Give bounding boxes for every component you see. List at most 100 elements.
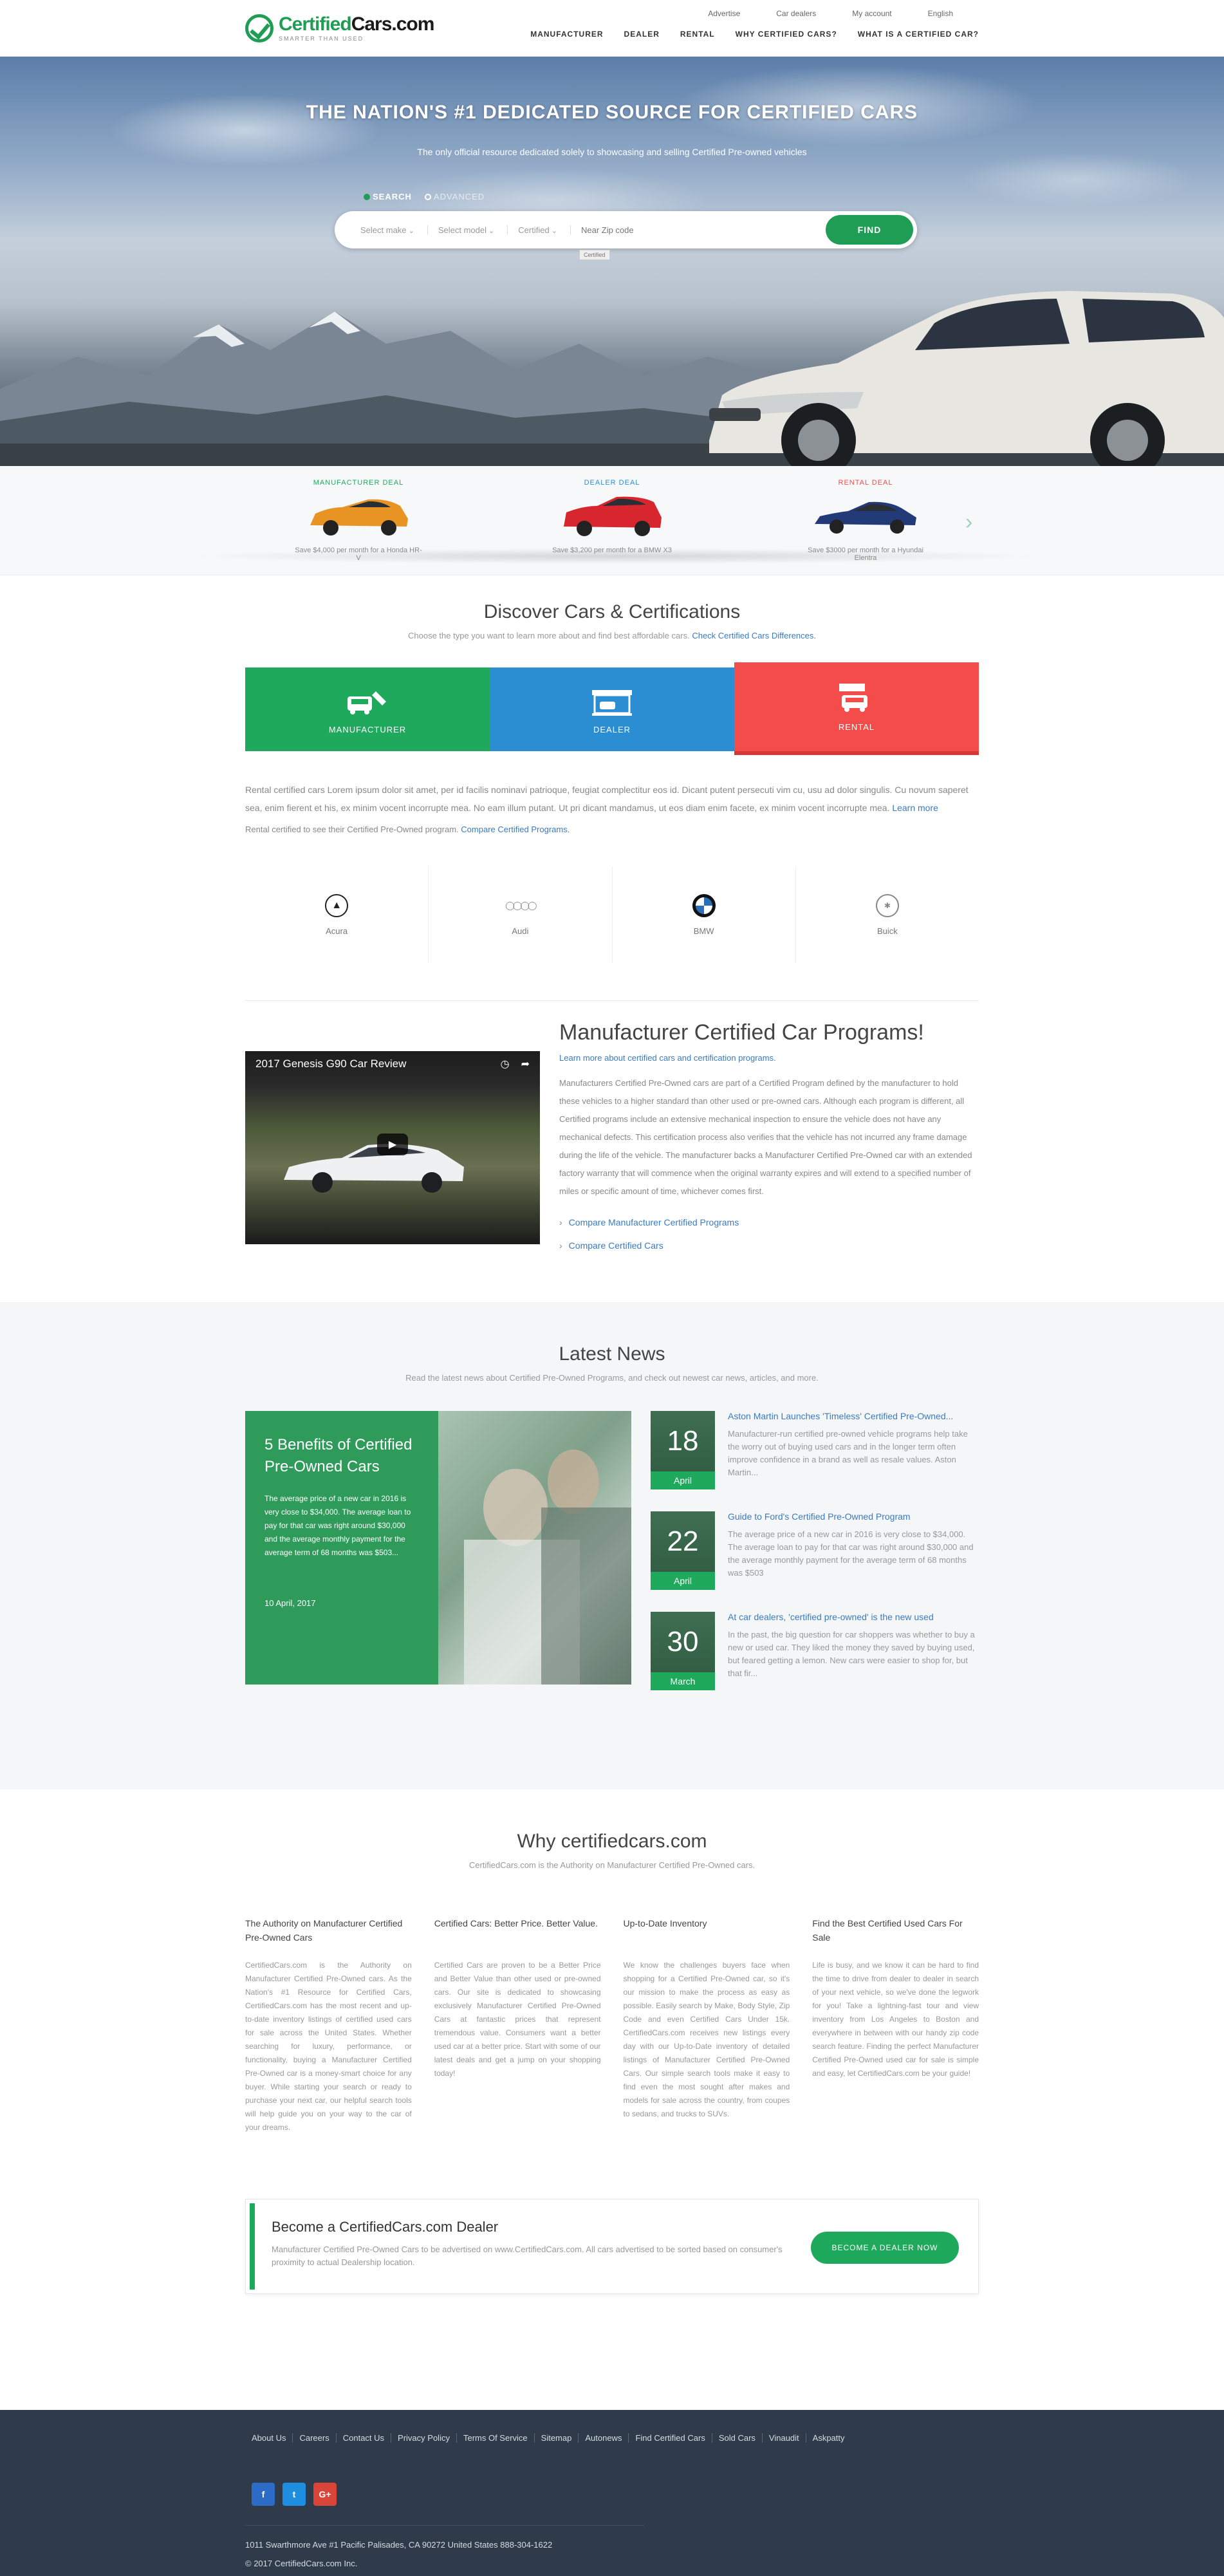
news-item-body: In the past, the big question for car sh… (728, 1630, 975, 1678)
logo-wordmark: CertifiedCars.com (279, 14, 434, 35)
topnav-my-account[interactable]: My account (852, 9, 891, 18)
featured-article[interactable]: 5 Benefits of Certified Pre-Owned Cars T… (245, 1411, 631, 1685)
programs-lead-link[interactable]: Learn more about certified cars and cert… (559, 1053, 979, 1063)
zip-code-input[interactable] (580, 225, 826, 235)
deal-note: Save $3000 per month for a Hyundai Elent… (808, 546, 923, 562)
brand-acura[interactable]: ▲ Acura (245, 866, 429, 963)
news-item-body: The average price of a new car in 2016 i… (728, 1529, 974, 1578)
find-button[interactable]: FIND (826, 215, 913, 245)
why-subtitle: CertifiedCars.com is the Authority on Ma… (468, 1860, 756, 1870)
nav-dealer[interactable]: DEALER (624, 30, 660, 39)
top-utility-nav: Advertise Car dealers My account English (708, 9, 953, 18)
deal-title: DEALER DEAL (584, 479, 640, 487)
brand-list: ▲ Acura ◯◯◯◯ Audi BMW ✱ Buick (245, 866, 979, 963)
twitter-icon[interactable]: t (283, 2483, 306, 2506)
manufacturer-icon (348, 691, 386, 714)
why-columns: The Authority on Manufacturer Certified … (245, 1916, 979, 2134)
footer-link-sitemap[interactable]: Sitemap (535, 2433, 579, 2443)
footer-link-privacy[interactable]: Privacy Policy (391, 2433, 457, 2443)
play-icon[interactable]: ▶ (377, 1134, 408, 1155)
news-item[interactable]: 30 March At car dealers, 'certified pre-o… (651, 1612, 979, 1694)
why-column-title: The Authority on Manufacturer Certified … (245, 1918, 403, 1943)
deal-card-dealer[interactable]: DEALER DEAL Save $3,200 per month for a … (548, 479, 676, 554)
certified-tooltip: Certified (579, 250, 610, 260)
tab-search[interactable]: SEARCH (364, 192, 412, 201)
footer-address: 1011 Swarthmore Ave #1 Pacific Palisades… (245, 2525, 644, 2550)
deal-note: Save $3,200 per month for a BMW X3 (552, 546, 672, 554)
featured-date: 10 April, 2017 (264, 1598, 316, 1608)
become-dealer-banner: Become a CertifiedCars.com Dealer Manufa… (245, 2199, 979, 2294)
tile-rental[interactable]: RENTAL (734, 662, 979, 755)
red-suv-image (564, 496, 662, 536)
site-logo[interactable]: CertifiedCars.com SMARTER THAN USED (245, 14, 434, 42)
compare-manufacturer-link[interactable]: Compare Manufacturer Certified Programs (559, 1211, 979, 1234)
topnav-advertise[interactable]: Advertise (708, 9, 740, 18)
nav-why-certified[interactable]: WHY CERTIFIED CARS? (736, 30, 837, 39)
tile-dealer[interactable]: DEALER (490, 667, 734, 751)
footer-link-careers[interactable]: Careers (293, 2433, 337, 2443)
deal-card-manufacturer[interactable]: MANUFACTURER DEAL Save $4,000 per month … (294, 479, 423, 562)
footer-links: About Us Careers Contact Us Privacy Poli… (245, 2410, 979, 2443)
google-plus-icon[interactable]: G+ (313, 2483, 337, 2506)
logo-tagline: SMARTER THAN USED (279, 35, 364, 42)
clock-icon[interactable]: ◷ (501, 1058, 510, 1070)
become-dealer-button[interactable]: BECOME A DEALER NOW (811, 2232, 959, 2264)
audi-rings-icon: ◯◯◯◯ (505, 900, 537, 910)
video-player[interactable]: 2017 Genesis G90 Car Review ◷ ➦ ▶ (245, 1051, 540, 1244)
certified-differences-link[interactable]: Check Certified Cars Differences. (692, 631, 816, 640)
footer-link-terms[interactable]: Terms Of Service (457, 2433, 535, 2443)
deals-carousel: MANUFACTURER DEAL Save $4,000 per month … (0, 466, 1224, 575)
footer-link-askpatty[interactable]: Askpatty (806, 2433, 851, 2443)
featured-article-text: 5 Benefits of Certified Pre-Owned Cars T… (245, 1411, 438, 1685)
radio-empty-icon (424, 194, 431, 200)
tab-advanced[interactable]: ADVANCED (424, 192, 485, 201)
news-date-badge: 18 April (651, 1411, 715, 1489)
news-item[interactable]: 22 April Guide to Ford's Certified Pre-Ow… (651, 1511, 979, 1594)
compare-programs-link[interactable]: Compare Certified Programs. (461, 825, 570, 834)
deal-title: RENTAL DEAL (838, 479, 893, 487)
news-date-badge: 22 April (651, 1511, 715, 1590)
orange-hatchback-image (310, 499, 408, 536)
hero-title: THE NATION'S #1 DEDICATED SOURCE FOR CER… (306, 102, 918, 123)
why-column-title: Up-to-Date Inventory (623, 1918, 707, 1928)
footer-link-autonews[interactable]: Autonews (579, 2433, 629, 2443)
make-select[interactable]: Select make (360, 225, 428, 235)
search-bar: Select make Select model Certified FIND (335, 211, 917, 248)
footer-link-sold-cars[interactable]: Sold Cars (712, 2433, 763, 2443)
nav-manufacturer[interactable]: MANUFACTURER (530, 30, 603, 39)
certified-select[interactable]: Certified (518, 225, 571, 235)
news-item-title[interactable]: Aston Martin Launches 'Timeless' Certifi… (728, 1411, 979, 1421)
footer-link-find-certified[interactable]: Find Certified Cars (629, 2433, 712, 2443)
programs-body: Manufacturers Certified Pre-Owned cars a… (559, 1078, 972, 1196)
brand-buick[interactable]: ✱ Buick (796, 866, 979, 963)
news-item-title[interactable]: Guide to Ford's Certified Pre-Owned Prog… (728, 1511, 979, 1522)
compare-certified-cars-link[interactable]: Compare Certified Cars (559, 1234, 979, 1257)
nav-rental[interactable]: RENTAL (680, 30, 715, 39)
footer-link-contact[interactable]: Contact Us (337, 2433, 392, 2443)
topnav-car-dealers[interactable]: Car dealers (776, 9, 816, 18)
hero-subtitle: The only official resource dedicated sol… (417, 147, 807, 157)
news-item[interactable]: 18 April Aston Martin Launches 'Timeless'… (651, 1411, 979, 1493)
facebook-icon[interactable]: f (252, 2483, 275, 2506)
featured-photo (438, 1411, 631, 1685)
radio-selected-icon (364, 194, 370, 200)
discover-subtitle: Choose the type you want to learn more a… (408, 631, 816, 640)
tile-manufacturer[interactable]: MANUFACTURER (245, 667, 490, 751)
nav-what-is-certified[interactable]: WHAT IS A CERTIFIED CAR? (858, 30, 979, 39)
topnav-language[interactable]: English (928, 9, 953, 18)
become-dealer-title: Become a CertifiedCars.com Dealer (272, 2219, 499, 2235)
deal-card-rental[interactable]: RENTAL DEAL Save $3000 per month for a H… (801, 479, 930, 562)
site-footer: About Us Careers Contact Us Privacy Poli… (0, 2410, 1224, 2576)
brand-bmw[interactable]: BMW (613, 866, 796, 963)
brand-audi[interactable]: ◯◯◯◯ Audi (429, 866, 613, 963)
chevron-right-icon[interactable]: › (965, 510, 972, 535)
footer-link-about[interactable]: About Us (245, 2433, 293, 2443)
news-item-title[interactable]: At car dealers, 'certified pre-owned' is… (728, 1612, 979, 1622)
share-icon[interactable]: ➦ (521, 1058, 530, 1070)
hero-suv-image (709, 291, 1224, 466)
learn-more-link[interactable]: Learn more (892, 803, 938, 813)
model-select[interactable]: Select model (438, 225, 508, 235)
why-section: Why certifiedcars.com CertifiedCars.com … (0, 1789, 1224, 2346)
bmw-logo-icon (692, 893, 716, 917)
footer-link-vinaudit[interactable]: Vinaudit (763, 2433, 806, 2443)
